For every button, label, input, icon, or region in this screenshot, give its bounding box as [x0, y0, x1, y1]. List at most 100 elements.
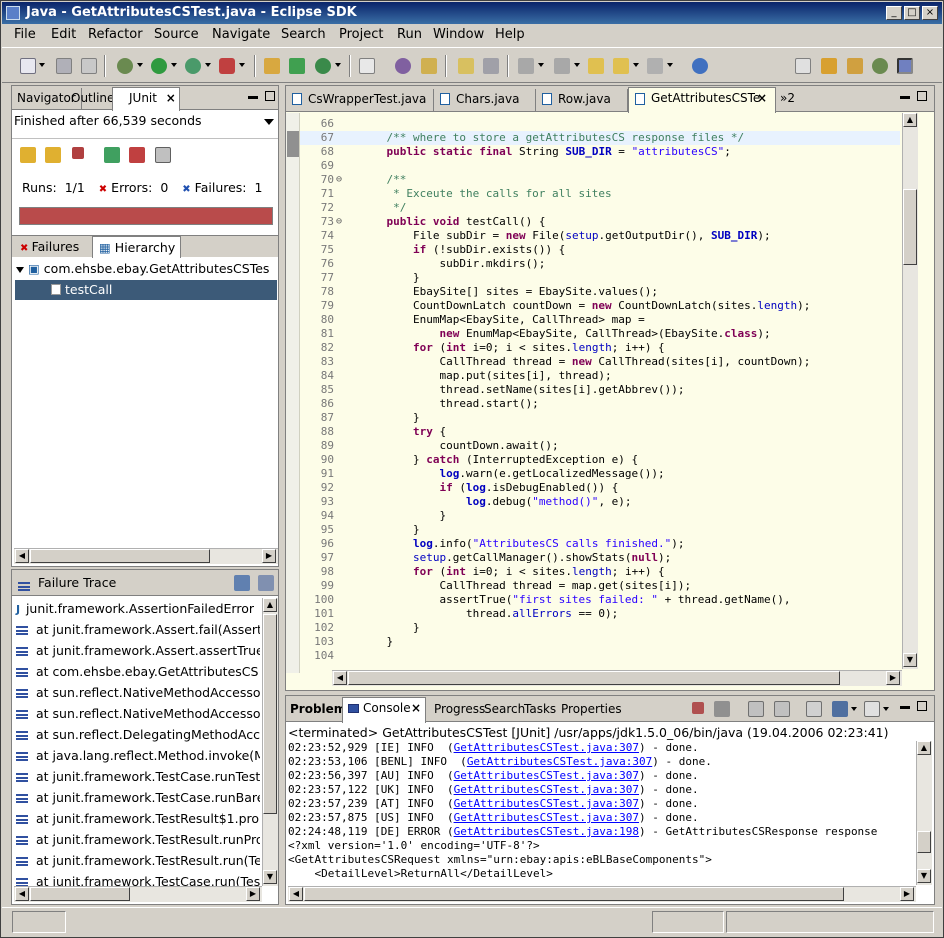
- tab-properties[interactable]: Properties: [561, 702, 622, 716]
- scroll-up-icon[interactable]: ▲: [917, 741, 931, 755]
- open-console-icon[interactable]: [864, 701, 880, 717]
- trace-line[interactable]: at sun.reflect.DelegatingMethodAcc: [16, 724, 260, 745]
- menu-project[interactable]: Project: [339, 27, 383, 42]
- title-bar[interactable]: Java - GetAttributesCSTest.java - Eclips…: [2, 2, 942, 24]
- scroll-thumb[interactable]: [263, 614, 277, 814]
- maximize-view-icon[interactable]: [917, 91, 927, 101]
- trace-vertical-scrollbar[interactable]: ▲ ▼: [262, 598, 278, 886]
- scroll-up-icon[interactable]: ▲: [903, 113, 917, 127]
- run-icon[interactable]: [151, 58, 167, 74]
- next-failure-icon[interactable]: [20, 147, 36, 163]
- maximize-button[interactable]: □: [904, 6, 920, 20]
- minimize-view-icon[interactable]: [900, 96, 910, 99]
- close-button[interactable]: ×: [922, 6, 938, 20]
- tab-console[interactable]: Console ×: [342, 697, 426, 723]
- source-link[interactable]: GetAttributesCSTest.java:307: [454, 811, 639, 824]
- new-package-icon[interactable]: [315, 58, 331, 74]
- trace-line[interactable]: at sun.reflect.NativeMethodAccesso: [16, 682, 260, 703]
- prev-annotation-icon[interactable]: [554, 58, 570, 74]
- minimize-view-icon[interactable]: [248, 96, 258, 99]
- pencil-icon[interactable]: [421, 58, 437, 74]
- source-link[interactable]: GetAttributesCSTest.java:307: [454, 783, 639, 796]
- scroll-right-icon[interactable]: ▶: [886, 671, 900, 685]
- source-link[interactable]: GetAttributesCSTest.java:307: [454, 741, 639, 754]
- close-icon[interactable]: ×: [411, 701, 421, 715]
- scroll-down-icon[interactable]: ▼: [263, 870, 277, 884]
- editor-horizontal-scrollbar[interactable]: ◀ ▶: [332, 670, 902, 686]
- back-arrow-icon[interactable]: [613, 58, 629, 74]
- debug-icon[interactable]: [117, 58, 133, 74]
- menu-source[interactable]: Source: [154, 27, 199, 42]
- console-horizontal-scrollbar[interactable]: ◀ ▶: [288, 886, 916, 902]
- tab-search[interactable]: Search: [484, 702, 525, 716]
- scroll-down-icon[interactable]: ▼: [903, 653, 917, 667]
- sun-perspective-icon[interactable]: [821, 58, 837, 74]
- display-console-icon[interactable]: [832, 701, 848, 717]
- minimize-button[interactable]: _: [886, 6, 902, 20]
- scroll-thumb[interactable]: [917, 831, 931, 853]
- trace-line[interactable]: at junit.framework.TestCase.run(Tes: [16, 871, 260, 886]
- rerun-failed-icon[interactable]: [129, 147, 145, 163]
- forward-arrow-icon[interactable]: [647, 58, 663, 74]
- rerun-icon[interactable]: [104, 147, 120, 163]
- java-perspective-icon[interactable]: [897, 58, 913, 74]
- menu-file[interactable]: File: [14, 27, 36, 42]
- stop-icon[interactable]: [72, 147, 84, 159]
- fold-icon[interactable]: ⊖: [336, 173, 342, 187]
- scroll-right-icon[interactable]: ▶: [246, 887, 260, 901]
- scroll-thumb[interactable]: [304, 887, 844, 901]
- scroll-thumb[interactable]: [30, 887, 130, 901]
- more-tabs-button[interactable]: »2: [780, 91, 795, 105]
- scroll-right-icon[interactable]: ▶: [262, 549, 276, 563]
- compare-result-icon[interactable]: [258, 575, 274, 591]
- trace-line[interactable]: at junit.framework.Assert.fail(Assert: [16, 619, 260, 640]
- source-link[interactable]: GetAttributesCSTest.java:307: [467, 755, 652, 768]
- previous-failure-icon[interactable]: [45, 147, 61, 163]
- scroll-thumb[interactable]: [30, 549, 210, 563]
- source-link[interactable]: GetAttributesCSTest.java:307: [454, 769, 639, 782]
- globe-icon[interactable]: [692, 58, 708, 74]
- tab-row[interactable]: Row.java: [536, 89, 628, 111]
- maximize-view-icon[interactable]: [917, 701, 927, 711]
- scroll-thumb[interactable]: [903, 189, 917, 265]
- tab-tasks[interactable]: Tasks: [524, 702, 556, 716]
- tab-junit[interactable]: JUnit ×: [112, 87, 180, 111]
- scroll-left-icon[interactable]: ◀: [15, 887, 29, 901]
- tab-getattributescstest[interactable]: GetAttributesCSTe ×: [628, 87, 776, 113]
- menu-run[interactable]: Run: [397, 27, 422, 42]
- trace-line[interactable]: at sun.reflect.NativeMethodAccesso: [16, 703, 260, 724]
- save-icon[interactable]: [56, 58, 72, 74]
- close-icon[interactable]: ×: [757, 91, 767, 105]
- console-output[interactable]: 02:23:52,929 [IE] INFO (GetAttributesCST…: [288, 741, 912, 881]
- remove-launch-icon[interactable]: [714, 701, 730, 717]
- search-icon[interactable]: [395, 58, 411, 74]
- terminate-icon[interactable]: [692, 702, 704, 714]
- source-link[interactable]: GetAttributesCSTest.java:307: [454, 797, 639, 810]
- code-area[interactable]: 66 67 /** where to store a getAttributesC…: [300, 117, 900, 665]
- last-edit-icon[interactable]: [588, 58, 604, 74]
- tab-chars[interactable]: Chars.java: [434, 89, 536, 111]
- filter-trace-icon[interactable]: [234, 575, 250, 591]
- tree-horizontal-scrollbar[interactable]: ◀ ▶: [14, 548, 278, 564]
- scroll-left-icon[interactable]: ◀: [333, 671, 347, 685]
- scroll-left-icon[interactable]: ◀: [289, 887, 303, 901]
- highlight-icon[interactable]: [458, 58, 474, 74]
- subtab-hierarchy[interactable]: ▦ Hierarchy: [92, 236, 182, 258]
- tree-suite-item[interactable]: ▣ com.ehsbe.ebay.GetAttributesCSTes: [16, 261, 269, 276]
- trace-line[interactable]: at junit.framework.Assert.assertTrue: [16, 640, 260, 661]
- next-annotation-icon[interactable]: [518, 58, 534, 74]
- new-class-icon[interactable]: [289, 58, 305, 74]
- tree-test-item[interactable]: testCall: [15, 280, 277, 300]
- menu-navigate[interactable]: Navigate: [212, 27, 270, 42]
- trace-line[interactable]: at junit.framework.TestResult.runPro: [16, 829, 260, 850]
- open-type-icon[interactable]: [264, 58, 280, 74]
- scroll-down-icon[interactable]: ▼: [917, 869, 931, 883]
- pin-console-icon[interactable]: [806, 701, 822, 717]
- print-icon[interactable]: [81, 58, 97, 74]
- trace-line[interactable]: at junit.framework.TestResult$1.pro: [16, 808, 259, 829]
- scroll-left-icon[interactable]: ◀: [15, 549, 29, 563]
- console-vertical-scrollbar[interactable]: ▲ ▼: [916, 741, 932, 885]
- menu-help[interactable]: Help: [495, 27, 525, 42]
- trace-line[interactable]: at java.lang.reflect.Method.invoke(M: [16, 745, 260, 766]
- external-tools-icon[interactable]: [219, 58, 235, 74]
